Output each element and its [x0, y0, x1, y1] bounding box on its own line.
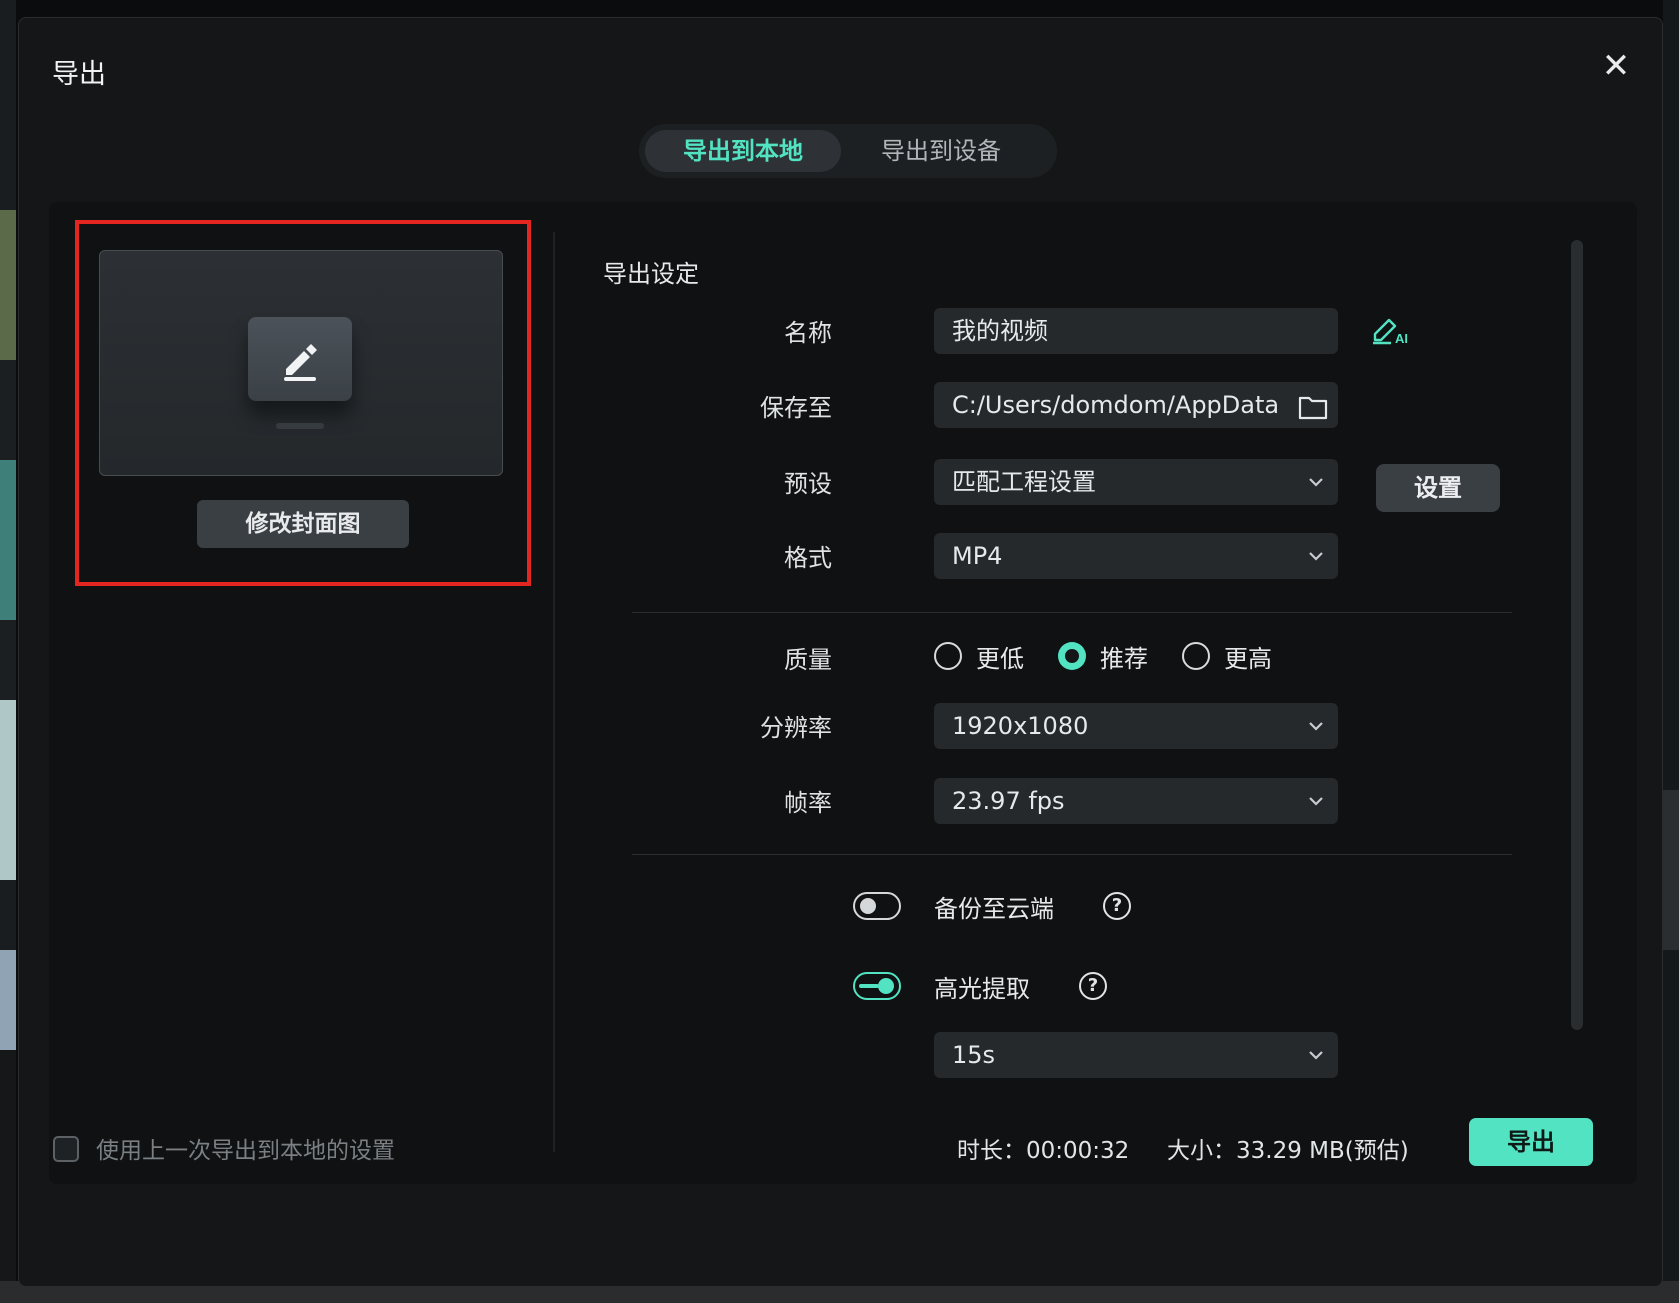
- dialog-title: 导出: [52, 59, 106, 90]
- cover-placeholder-line: [276, 423, 324, 429]
- folder-icon[interactable]: [1298, 390, 1328, 428]
- radio-label: 更高: [1224, 644, 1272, 673]
- chevron-down-icon: [1308, 459, 1324, 505]
- resolution-value: 1920x1080: [952, 712, 1089, 740]
- format-label: 格式: [784, 544, 832, 572]
- section-title: 导出设定: [603, 260, 699, 288]
- cover-thumbnail[interactable]: [99, 250, 503, 476]
- radio-label: 推荐: [1100, 644, 1148, 673]
- chevron-down-icon: [1308, 533, 1324, 579]
- highlight-duration-value: 15s: [952, 1041, 996, 1069]
- pencil-edit-icon: [248, 317, 352, 401]
- highlight-label: 高光提取: [934, 975, 1030, 1003]
- export-target-tabs: 导出到本地 导出到设备: [639, 124, 1057, 178]
- preset-value: 匹配工程设置: [952, 468, 1096, 496]
- chevron-down-icon: [1308, 1032, 1324, 1078]
- save-to-label: 保存至: [760, 394, 832, 422]
- cloud-backup-label: 备份至云端: [934, 895, 1054, 923]
- frame-rate-select[interactable]: 23.97 fps: [934, 778, 1338, 824]
- background-app-right: [1663, 0, 1679, 1303]
- chevron-down-icon: [1308, 778, 1324, 824]
- radio-label: 更低: [976, 644, 1024, 673]
- export-panel: 修改封面图 导出设定 名称 我的视频 AI 保存至 C:/Users/domdo…: [49, 202, 1637, 1184]
- preset-select[interactable]: 匹配工程设置: [934, 459, 1338, 505]
- panel-divider: [553, 232, 555, 1152]
- toggle-knob: [878, 978, 894, 994]
- tab-export-local[interactable]: 导出到本地: [645, 130, 841, 172]
- settings-scrollbar[interactable]: [1571, 240, 1583, 1030]
- quality-label: 质量: [784, 646, 832, 674]
- export-dialog: 导出 ✕ 导出到本地 导出到设备 修改封面图 导出设定 名称 我的视频 AI 保…: [18, 17, 1663, 1287]
- chevron-down-icon: [1308, 703, 1324, 749]
- change-cover-button[interactable]: 修改封面图: [197, 500, 409, 548]
- name-label: 名称: [784, 319, 832, 347]
- section-divider: [632, 854, 1512, 855]
- section-divider: [632, 612, 1512, 613]
- duration-text: 时长：00:00:32: [957, 1138, 1130, 1164]
- radio-button-selected[interactable]: [1058, 642, 1086, 670]
- toggle-knob: [860, 898, 876, 914]
- frame-rate-label: 帧率: [784, 789, 832, 817]
- name-input[interactable]: 我的视频: [934, 308, 1338, 354]
- radio-button[interactable]: [1182, 642, 1210, 670]
- ai-pen-icon[interactable]: AI: [1371, 314, 1411, 350]
- highlight-duration-select[interactable]: 15s: [934, 1032, 1338, 1078]
- tab-export-device[interactable]: 导出到设备: [841, 130, 1041, 172]
- highlight-toggle[interactable]: [853, 972, 901, 1000]
- name-value: 我的视频: [952, 317, 1048, 345]
- format-value: MP4: [952, 542, 1003, 570]
- help-icon[interactable]: ?: [1079, 972, 1107, 1000]
- remember-settings-label: 使用上一次导出到本地的设置: [96, 1138, 395, 1164]
- export-button[interactable]: 导出: [1469, 1118, 1593, 1166]
- quality-radio-group: 更低 推荐 更高: [934, 636, 1306, 676]
- quality-option-lower[interactable]: 更低: [934, 639, 1024, 674]
- save-path-input[interactable]: C:/Users/domdom/AppData: [934, 382, 1338, 428]
- quality-option-recommended[interactable]: 推荐: [1058, 639, 1148, 674]
- preset-settings-button[interactable]: 设置: [1376, 464, 1500, 512]
- save-path-value: C:/Users/domdom/AppData: [952, 391, 1280, 419]
- cover-highlight-box: 修改封面图: [75, 220, 531, 586]
- preset-label: 预设: [784, 470, 832, 498]
- estimated-size-text: 大小：33.29 MB(预估): [1167, 1138, 1409, 1164]
- quality-option-higher[interactable]: 更高: [1182, 639, 1272, 674]
- cloud-backup-toggle[interactable]: [853, 892, 901, 920]
- resolution-label: 分辨率: [760, 714, 832, 742]
- frame-rate-value: 23.97 fps: [952, 787, 1065, 815]
- background-app-left: [0, 0, 16, 1303]
- svg-text:AI: AI: [1395, 331, 1408, 346]
- remember-settings-checkbox[interactable]: [53, 1136, 79, 1162]
- format-select[interactable]: MP4: [934, 533, 1338, 579]
- radio-button[interactable]: [934, 642, 962, 670]
- resolution-select[interactable]: 1920x1080: [934, 703, 1338, 749]
- close-icon[interactable]: ✕: [1598, 48, 1634, 84]
- help-icon[interactable]: ?: [1103, 892, 1131, 920]
